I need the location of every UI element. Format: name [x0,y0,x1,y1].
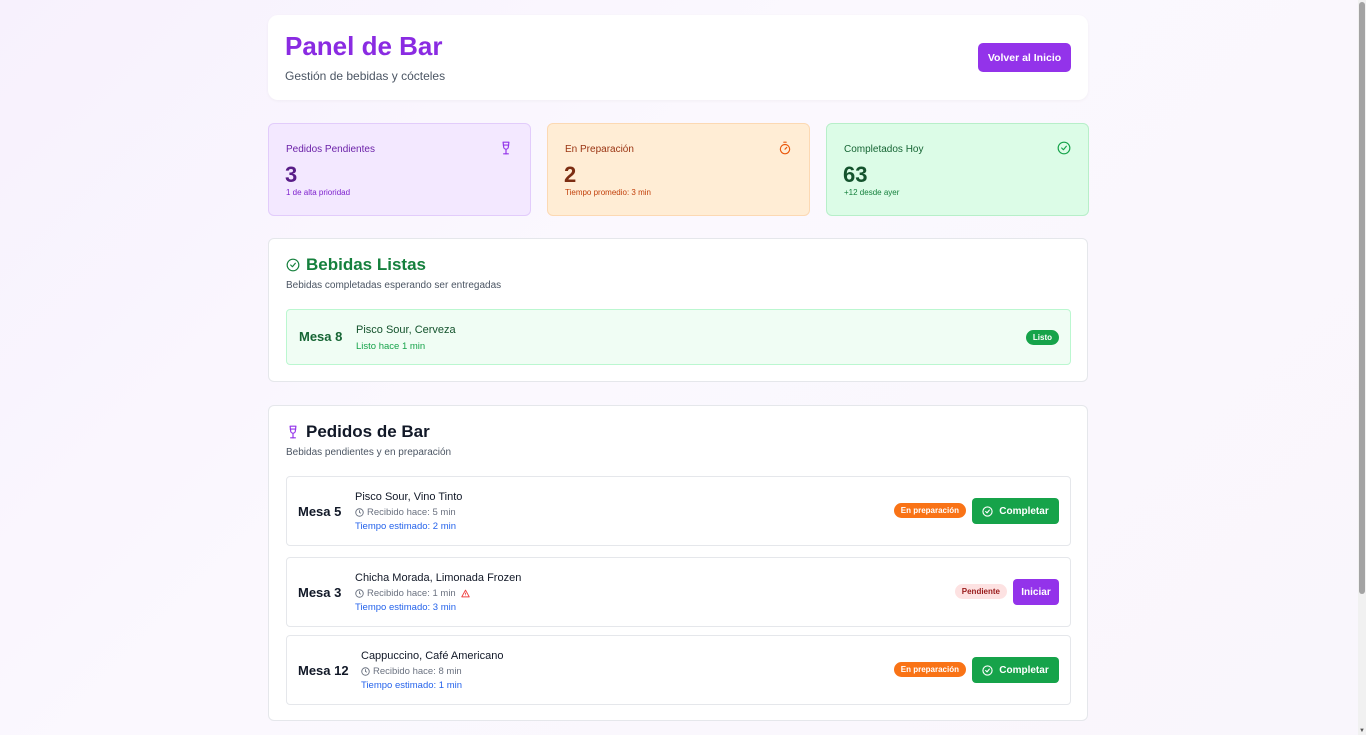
table-number: Mesa 8 [299,329,343,344]
status-badge: Listo [1025,330,1059,345]
drink-list: Pisco Sour, Cerveza [356,324,456,336]
estimated-time: Tiempo estimado: 2 min [355,521,457,532]
section-title-text: Pedidos de Bar [306,422,430,441]
check-circle-icon [982,505,993,517]
stat-card-completed: Completados Hoy 63 +12 desde ayer [826,123,1089,216]
ready-time: Listo hace 1 min [356,341,426,352]
received-text: Recibido hace: 8 min [373,666,462,677]
drink-list: Pisco Sour, Vino Tinto [355,491,463,503]
status-badge: En preparación [893,503,966,518]
check-circle-icon [982,664,993,676]
wine-glass-icon [289,425,297,439]
stat-value: 2 [564,162,577,187]
stat-card-preparing: En Preparación 2 Tiempo promedio: 3 min [547,123,810,216]
received-text: Recibido hace: 1 min [367,588,456,599]
complete-button-label: Completar [999,505,1049,517]
scrollbar-thumb[interactable] [1359,2,1365,594]
check-circle-icon [1057,141,1071,155]
stat-card-pending: Pedidos Pendientes 3 1 de alta prioridad [268,123,531,216]
table-number: Mesa 3 [298,585,342,600]
scroll-down-icon[interactable]: ▼ [1359,728,1365,734]
stat-label: Pedidos Pendientes [286,144,375,155]
section-title: Pedidos de Bar [286,422,430,442]
stat-value: 3 [285,162,298,187]
wine-glass-icon [502,141,510,155]
stat-note: +12 desde ayer [844,188,900,197]
clock-icon [361,667,370,676]
back-home-button[interactable]: Volver al Inicio [978,43,1071,72]
received-text: Recibido hace: 5 min [367,507,456,518]
table-number: Mesa 12 [298,663,349,678]
stat-note: 1 de alta prioridad [286,188,351,197]
status-badge: En preparación [893,662,966,677]
page-title: Panel de Bar [285,31,443,61]
complete-button[interactable]: Completar [972,498,1059,524]
stat-label: Completados Hoy [844,144,924,155]
scrollbar[interactable]: ▼ [1358,0,1366,735]
clock-icon [355,589,364,598]
section-description: Bebidas completadas esperando ser entreg… [286,280,502,291]
stat-label: En Preparación [565,144,634,155]
timer-icon [779,141,791,155]
section-title-text: Bebidas Listas [306,255,426,274]
complete-button-label: Completar [999,664,1049,676]
order-row: Mesa 3 Chicha Morada, Limonada Frozen Re… [286,557,1071,627]
section-description: Bebidas pendientes y en preparación [286,447,452,458]
order-row: Mesa 12 Cappuccino, Café Americano Recib… [286,635,1071,705]
estimated-time: Tiempo estimado: 3 min [355,602,457,613]
ready-drinks-section: Bebidas Listas Bebidas completadas esper… [268,238,1088,382]
received-time: Recibido hace: 1 min [355,588,473,599]
estimated-time: Tiempo estimado: 1 min [361,680,463,691]
drink-list: Chicha Morada, Limonada Frozen [355,572,522,584]
table-number: Mesa 5 [298,504,342,519]
stat-note: Tiempo promedio: 3 min [565,188,651,197]
status-badge: Pendiente [954,584,1007,599]
section-title: Bebidas Listas [286,255,426,275]
order-row: Mesa 5 Pisco Sour, Vino Tinto Recibido h… [286,476,1071,546]
check-circle-icon [286,258,300,272]
clock-icon [355,508,364,517]
alert-triangle-icon [461,589,470,598]
ready-item: Mesa 8 Pisco Sour, Cerveza Listo hace 1 … [286,309,1071,365]
received-time: Recibido hace: 5 min [355,507,456,518]
stat-value: 63 [843,162,868,187]
page-subtitle: Gestión de bebidas y cócteles [285,69,446,83]
complete-button[interactable]: Completar [972,657,1059,683]
header-card: Panel de Bar Gestión de bebidas y cóctel… [268,15,1088,100]
bar-orders-section: Pedidos de Bar Bebidas pendientes y en p… [268,405,1088,721]
drink-list: Cappuccino, Café Americano [361,650,504,662]
received-time: Recibido hace: 8 min [361,666,462,677]
start-button[interactable]: Iniciar [1013,579,1059,605]
